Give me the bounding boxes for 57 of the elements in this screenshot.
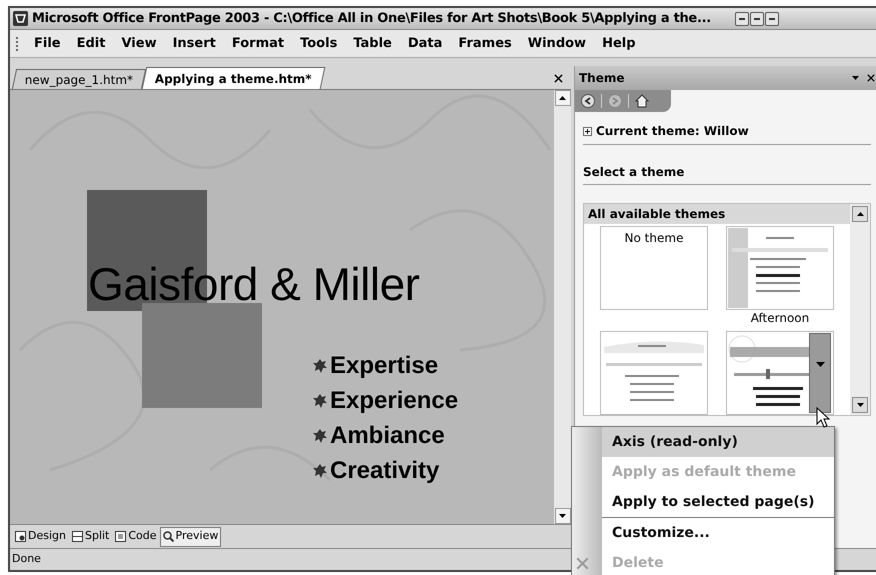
view-tab[interactable]: Split xyxy=(68,526,112,546)
gallery-title: All available themes xyxy=(588,206,726,223)
menu-item[interactable]: Window xyxy=(528,34,586,54)
caret-icon xyxy=(816,362,824,367)
menu-option[interactable]: Axis (read-only) xyxy=(602,427,834,457)
window-title: Microsoft Office FrontPage 2003 - C:\Office All in One\Files for Art Shots\Book 5\Applying a the... xyxy=(32,10,711,28)
close-pane-button[interactable] xyxy=(867,74,875,82)
menu-item[interactable]: View xyxy=(121,34,157,54)
minimize-button[interactable] xyxy=(734,12,749,26)
theme-name: Afternoon xyxy=(750,311,810,325)
pane-menu-button[interactable] xyxy=(852,76,859,80)
code-view-icon xyxy=(115,531,126,542)
gallery-scrollbar[interactable] xyxy=(850,204,870,415)
bullet-text: Experience xyxy=(330,386,458,416)
bullet-text: Ambiance xyxy=(330,420,445,450)
close-icon xyxy=(554,74,563,83)
pane-title: Theme xyxy=(579,70,625,87)
scroll-up-icon xyxy=(559,96,566,100)
document-tab[interactable]: Applying a theme.htm* xyxy=(142,67,326,89)
menu-item[interactable]: Help xyxy=(602,34,636,54)
caret-icon xyxy=(852,76,859,80)
menu-item[interactable]: Frames xyxy=(458,34,512,54)
menu-item[interactable]: Table xyxy=(353,34,392,54)
status-text: Done xyxy=(12,551,41,568)
delete-x-icon xyxy=(576,556,589,570)
design-view-icon xyxy=(15,531,26,542)
close-tab-button[interactable] xyxy=(554,74,563,83)
view-tab[interactable]: Preview xyxy=(160,526,222,546)
scroll-down-icon xyxy=(856,403,864,407)
scroll-down-icon xyxy=(559,514,566,518)
menu-item[interactable]: File xyxy=(34,34,61,54)
menu-option[interactable]: Apply to selected page(s) xyxy=(602,487,834,517)
menu-item[interactable]: Tools xyxy=(300,34,338,54)
magnifier-icon xyxy=(162,531,174,542)
scroll-up-icon xyxy=(856,212,864,216)
menu-item[interactable]: Format xyxy=(232,34,284,54)
section-heading: Select a theme xyxy=(583,163,871,185)
theme-name: No theme xyxy=(624,230,684,247)
bullet-text: Creativity xyxy=(330,456,440,486)
menu-item[interactable]: Data xyxy=(408,34,442,54)
bullet-text: Expertise xyxy=(330,350,438,380)
menu-option[interactable]: Customize... xyxy=(602,518,834,548)
current-theme-label: Current theme: Willow xyxy=(596,123,749,140)
split-view-icon xyxy=(72,531,83,542)
theme-thumbnail[interactable]: No theme xyxy=(600,226,708,310)
close-button[interactable] xyxy=(764,12,779,26)
document-tab[interactable]: new_page_1.htm* xyxy=(12,69,146,89)
view-tab[interactable]: Design xyxy=(12,526,69,546)
view-tab[interactable]: Code xyxy=(112,526,160,546)
menu-item[interactable]: Edit xyxy=(76,34,106,54)
expand-button[interactable] xyxy=(583,126,592,136)
maximize-button[interactable] xyxy=(750,12,764,26)
menu-item[interactable]: Insert xyxy=(172,34,216,54)
vertical-scrollbar[interactable] xyxy=(554,90,571,524)
close-icon xyxy=(867,74,875,82)
app-logo-icon xyxy=(13,11,28,26)
home-icon[interactable] xyxy=(635,94,649,108)
